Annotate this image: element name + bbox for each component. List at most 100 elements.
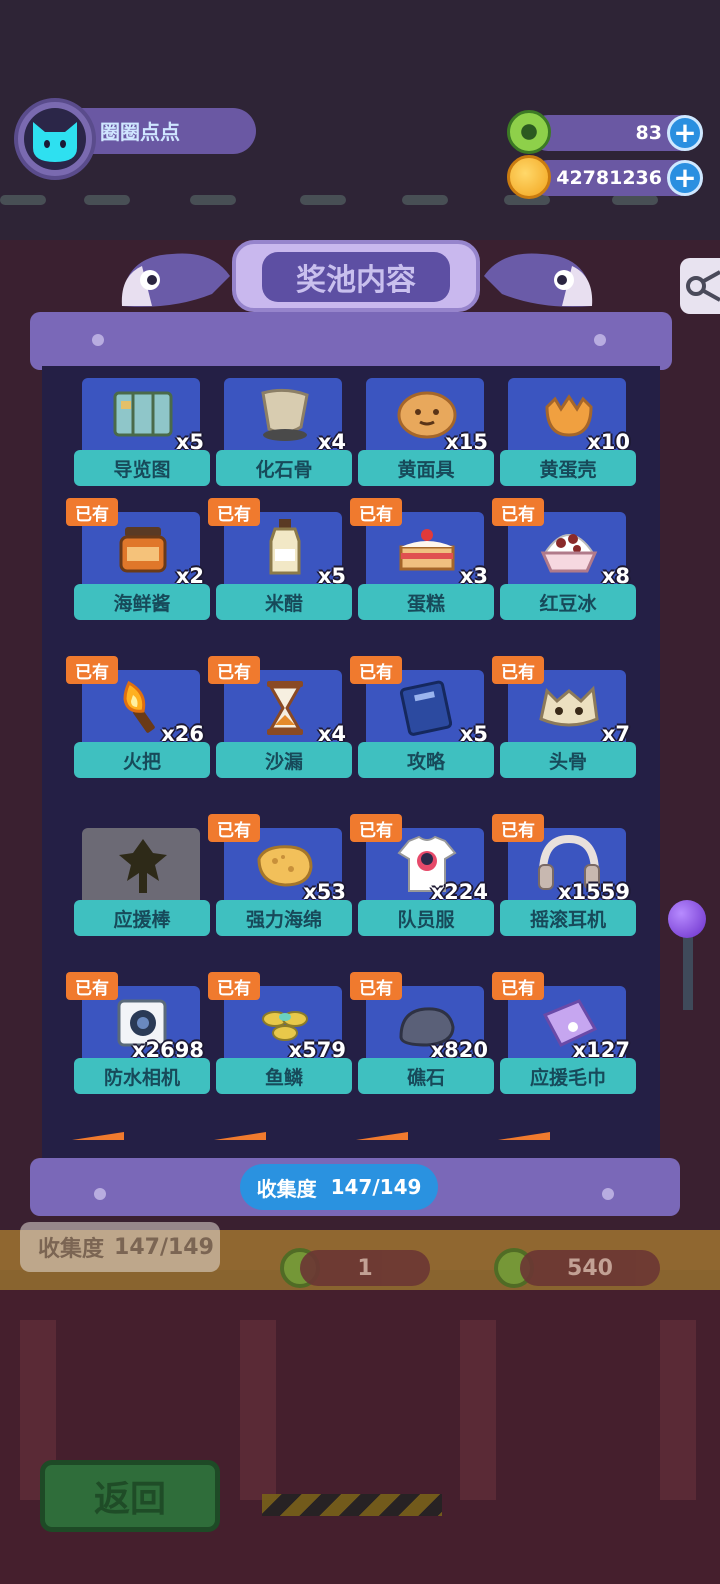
next-row-badge-peek — [356, 1132, 408, 1140]
lever-knob[interactable] — [668, 900, 706, 938]
prize-item[interactable]: 应援棒 — [74, 820, 210, 958]
prize-item[interactable]: x8 红豆冰 已有 — [492, 498, 636, 642]
conveyor-belt — [262, 1494, 442, 1516]
prize-item[interactable]: x5 导览图 — [74, 370, 210, 508]
prize-item[interactable]: x3 蛋糕 已有 — [350, 498, 494, 642]
item-name: 米醋 — [216, 584, 352, 620]
background-pill-right: 540 — [520, 1250, 660, 1286]
wall-dash — [612, 195, 658, 205]
prize-item[interactable]: x579 鱼鳞 已有 — [208, 972, 352, 1116]
background-pill-left: 1 — [300, 1250, 430, 1286]
item-name: 礁石 — [358, 1058, 494, 1094]
add-coin-button[interactable]: + — [667, 160, 703, 196]
map-icon — [98, 376, 188, 452]
rivet — [94, 1188, 106, 1200]
prize-item[interactable]: x1559 摇滚耳机 已有 — [492, 814, 636, 958]
item-name: 红豆冰 — [500, 584, 636, 620]
wall-dash — [84, 195, 130, 205]
floor — [0, 1290, 720, 1584]
prize-item[interactable]: x10 黄蛋壳 — [500, 370, 636, 508]
item-name: 蛋糕 — [358, 584, 494, 620]
item-name: 应援毛巾 — [500, 1058, 636, 1094]
item-name: 应援棒 — [74, 900, 210, 936]
item-name: 化石骨 — [216, 450, 352, 486]
owned-badge: 已有 — [208, 814, 260, 842]
item-name: 队员服 — [358, 900, 494, 936]
item-name: 黄面具 — [358, 450, 494, 486]
owned-badge: 已有 — [66, 972, 118, 1000]
owned-badge: 已有 — [208, 656, 260, 684]
background-pill-right-value: 540 — [567, 1255, 613, 1281]
next-row-badge-peek — [72, 1132, 124, 1140]
item-name: 防水相机 — [74, 1058, 210, 1094]
item-name: 鱼鳞 — [216, 1058, 352, 1094]
prize-item[interactable]: x5 米醋 已有 — [208, 498, 352, 642]
rivet — [594, 334, 606, 346]
item-name: 火把 — [74, 742, 210, 778]
item-name: 沙漏 — [216, 742, 352, 778]
prize-item[interactable]: x53 强力海绵 已有 — [208, 814, 352, 958]
item-name: 摇滚耳机 — [500, 900, 636, 936]
pillar — [660, 1320, 696, 1500]
rivet — [602, 1188, 614, 1200]
prize-item[interactable]: x127 应援毛巾 已有 — [492, 972, 636, 1116]
owned-badge: 已有 — [492, 656, 544, 684]
item-name: 头骨 — [500, 742, 636, 778]
owned-badge: 已有 — [66, 498, 118, 526]
pillar — [460, 1320, 496, 1500]
background-collection-label: 收集度 147/149 — [20, 1222, 220, 1272]
owned-badge: 已有 — [350, 972, 402, 1000]
rivet — [92, 334, 104, 346]
item-name: 导览图 — [74, 450, 210, 486]
prize-item[interactable]: x224 队员服 已有 — [350, 814, 494, 958]
owned-badge: 已有 — [492, 498, 544, 526]
owned-badge: 已有 — [492, 972, 544, 1000]
prize-item[interactable]: x4 化石骨 — [216, 370, 352, 508]
prize-item[interactable]: x7 头骨 已有 — [492, 656, 636, 800]
owned-badge: 已有 — [492, 814, 544, 842]
owned-badge: 已有 — [350, 498, 402, 526]
owned-badge: 已有 — [66, 656, 118, 684]
side-tab[interactable] — [680, 258, 720, 314]
player-name: 圈圈点点 — [100, 120, 180, 144]
gold-planet-coin-icon — [507, 155, 551, 199]
next-row-badge-peek — [214, 1132, 266, 1140]
prize-item[interactable]: x15 黄面具 — [358, 370, 494, 508]
item-name: 攻略 — [358, 742, 494, 778]
next-row-badge-peek — [498, 1132, 550, 1140]
coin-count: 42781236 — [556, 167, 662, 189]
item-name: 海鲜酱 — [74, 584, 210, 620]
collection-label: 收集度 — [256, 1176, 317, 1201]
prize-item[interactable]: x2698 防水相机 已有 — [66, 972, 210, 1116]
fish-left-decoration — [121, 253, 230, 307]
collection-progress: 收集度 147/149 — [240, 1164, 438, 1210]
glow-stick-icon — [98, 826, 188, 902]
dialog-body[interactable]: x5 导览图 x4 化石骨 x15 黄面具 x10 黄蛋壳 x2 海鲜酱 已有 x5 米醋 已有 x3 蛋糕已… — [42, 366, 660, 1164]
wall-dash — [300, 195, 346, 205]
owned-badge: 已有 — [350, 814, 402, 842]
prize-item[interactable]: x5 攻略 已有 — [350, 656, 494, 800]
prize-item[interactable]: x2 海鲜酱 已有 — [66, 498, 210, 642]
owned-badge: 已有 — [208, 498, 260, 526]
owned-badge: 已有 — [350, 656, 402, 684]
prize-item[interactable]: x4 沙漏 已有 — [208, 656, 352, 800]
back-button-label: 返回 — [93, 1479, 166, 1520]
wall-dash — [402, 195, 448, 205]
avatar[interactable] — [24, 108, 86, 170]
background-collection-text: 收集度 — [38, 1237, 105, 1262]
back-button[interactable]: 返回 — [40, 1460, 220, 1532]
scissors-icon — [686, 270, 720, 302]
dialog-title: 奖池内容 — [262, 252, 450, 302]
prize-item[interactable]: x26 火把 已有 — [66, 656, 210, 800]
wall-dash — [190, 195, 236, 205]
prize-item[interactable]: x820 礁石 已有 — [350, 972, 494, 1116]
background-pill-left-value: 1 — [357, 1255, 373, 1281]
fossil-bone-icon — [240, 376, 330, 452]
donut-count: 83 — [635, 122, 662, 144]
add-donut-button[interactable]: + — [667, 115, 703, 151]
pillar — [240, 1320, 276, 1500]
background-collection-value: 147/149 — [114, 1234, 214, 1260]
cat-face-icon — [33, 122, 77, 162]
green-donut-icon — [507, 110, 551, 154]
item-name: 强力海绵 — [216, 900, 352, 936]
